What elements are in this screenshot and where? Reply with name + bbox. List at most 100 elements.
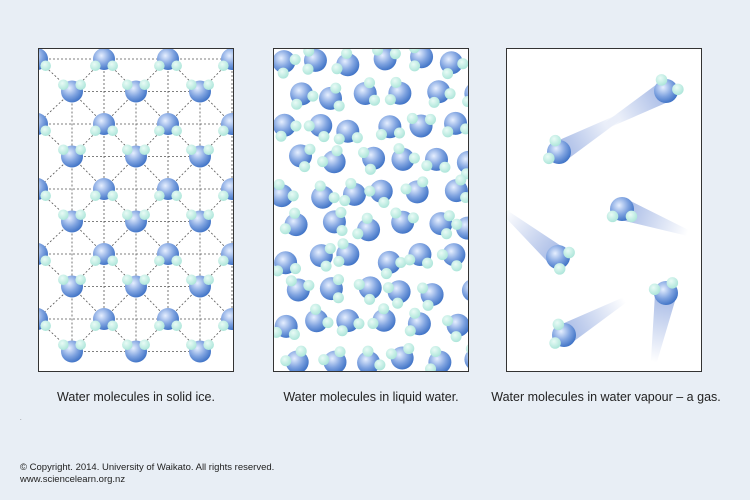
hydrogen-atom <box>107 320 118 332</box>
hydrogen-atom <box>186 339 197 351</box>
hydrogen-atom <box>139 79 150 91</box>
hydrogen-atom <box>333 133 345 145</box>
water-molecule <box>186 79 214 103</box>
hydrogen-atom <box>364 163 376 175</box>
water-molecule <box>290 82 319 110</box>
water-molecule <box>442 313 468 343</box>
hydrogen-atom <box>203 274 214 286</box>
water-molecule <box>218 113 233 137</box>
water-molecule <box>358 146 386 175</box>
stray-mark: . <box>20 416 22 422</box>
water-molecule <box>90 308 118 332</box>
hydrogen-atom <box>368 94 381 106</box>
hydrogen-atom <box>40 320 51 332</box>
hydrogen-atom <box>171 320 182 332</box>
water-molecule <box>390 207 419 234</box>
water-molecule <box>317 145 346 174</box>
water-molecule <box>322 206 348 237</box>
hydrogen-atom <box>390 76 402 88</box>
hydrogen-atom <box>393 143 405 155</box>
hydrogen-atom <box>186 274 197 286</box>
hydrogen-atom <box>408 152 420 164</box>
hydrogen-atom <box>672 83 684 96</box>
hydrogen-atom <box>154 320 165 332</box>
hydrogen-atom <box>288 328 300 340</box>
hydrogen-atom <box>543 152 555 165</box>
hydrogen-atom <box>393 127 406 139</box>
water-molecule <box>154 243 182 267</box>
hydrogen-atom <box>422 299 434 311</box>
hydrogen-atom <box>409 307 421 319</box>
hydrogen-atom <box>290 120 302 132</box>
hydrogen-atom <box>280 355 292 367</box>
liquid-water-diagram <box>274 49 468 371</box>
hydrogen-atom <box>358 147 370 159</box>
hydrogen-atom <box>203 144 214 156</box>
water-molecule <box>406 112 436 138</box>
hydrogen-atom <box>436 249 448 261</box>
water-molecule <box>404 243 434 269</box>
ice-panel <box>38 48 234 372</box>
water-molecule <box>339 177 366 207</box>
hydrogen-atom <box>171 60 182 72</box>
hydrogen-atom <box>274 178 285 190</box>
hydrogen-atom <box>406 112 418 124</box>
hydrogen-atom <box>307 90 319 102</box>
hydrogen-atom <box>563 246 575 259</box>
hydrogen-atom <box>457 58 468 70</box>
hydrogen-atom <box>462 95 468 108</box>
hydrogen-atom <box>322 317 334 329</box>
hydrogen-atom <box>450 331 462 343</box>
hydrogen-atom <box>122 144 133 156</box>
hydrogen-atom <box>318 354 330 366</box>
hydrogen-atom <box>122 79 133 91</box>
hydrogen-atom <box>186 144 197 156</box>
water-molecule <box>333 238 360 267</box>
water-molecule <box>462 85 468 108</box>
hydrogen-atom <box>378 196 390 208</box>
hydrogen-atom <box>549 134 562 147</box>
water-molecule <box>464 344 468 368</box>
water-molecule <box>311 180 340 209</box>
water-molecule <box>58 144 86 168</box>
water-molecule <box>400 176 429 204</box>
hydrogen-atom <box>333 100 345 112</box>
hydrogen-atom <box>353 278 365 290</box>
hydrogen-atom <box>336 325 348 337</box>
hydrogen-atom <box>299 161 311 173</box>
hydrogen-atom <box>553 263 566 275</box>
hydrogen-atom <box>107 255 118 267</box>
hydrogen-atom <box>444 88 456 100</box>
water-molecule <box>274 50 301 79</box>
water-molecule <box>122 339 150 363</box>
hydrogen-atom <box>302 63 314 75</box>
water-molecule <box>289 143 316 173</box>
hydrogen-atom <box>353 318 365 330</box>
hydrogen-atom <box>382 282 394 294</box>
water-molecule <box>409 49 434 72</box>
water-molecule <box>90 49 118 72</box>
water-molecule <box>122 274 150 298</box>
water-molecule <box>654 74 684 103</box>
hydrogen-atom <box>336 225 348 237</box>
hydrogen-atom <box>107 125 118 137</box>
water-molecule <box>274 251 302 277</box>
hydrogen-atom <box>122 274 133 286</box>
hydrogen-atom <box>90 190 101 202</box>
hydrogen-atom <box>361 212 373 224</box>
hydrogen-atom <box>320 260 332 272</box>
website-url: www.sciencelearn.org.nz <box>20 474 126 485</box>
hydrogen-atom <box>58 144 69 156</box>
water-molecule <box>58 274 86 298</box>
hydrogen-atom <box>171 125 182 137</box>
hydrogen-atom <box>218 255 229 267</box>
hydrogen-atom <box>279 223 291 235</box>
water-molecule <box>218 178 233 202</box>
hydrogen-atom <box>424 113 436 125</box>
hydrogen-atom <box>90 125 101 137</box>
hydrogen-atom <box>404 325 416 337</box>
hydrogen-atom <box>333 255 345 267</box>
hydrogen-atom <box>330 82 342 94</box>
water-molecule <box>391 143 420 171</box>
hydrogen-atom <box>303 120 315 132</box>
